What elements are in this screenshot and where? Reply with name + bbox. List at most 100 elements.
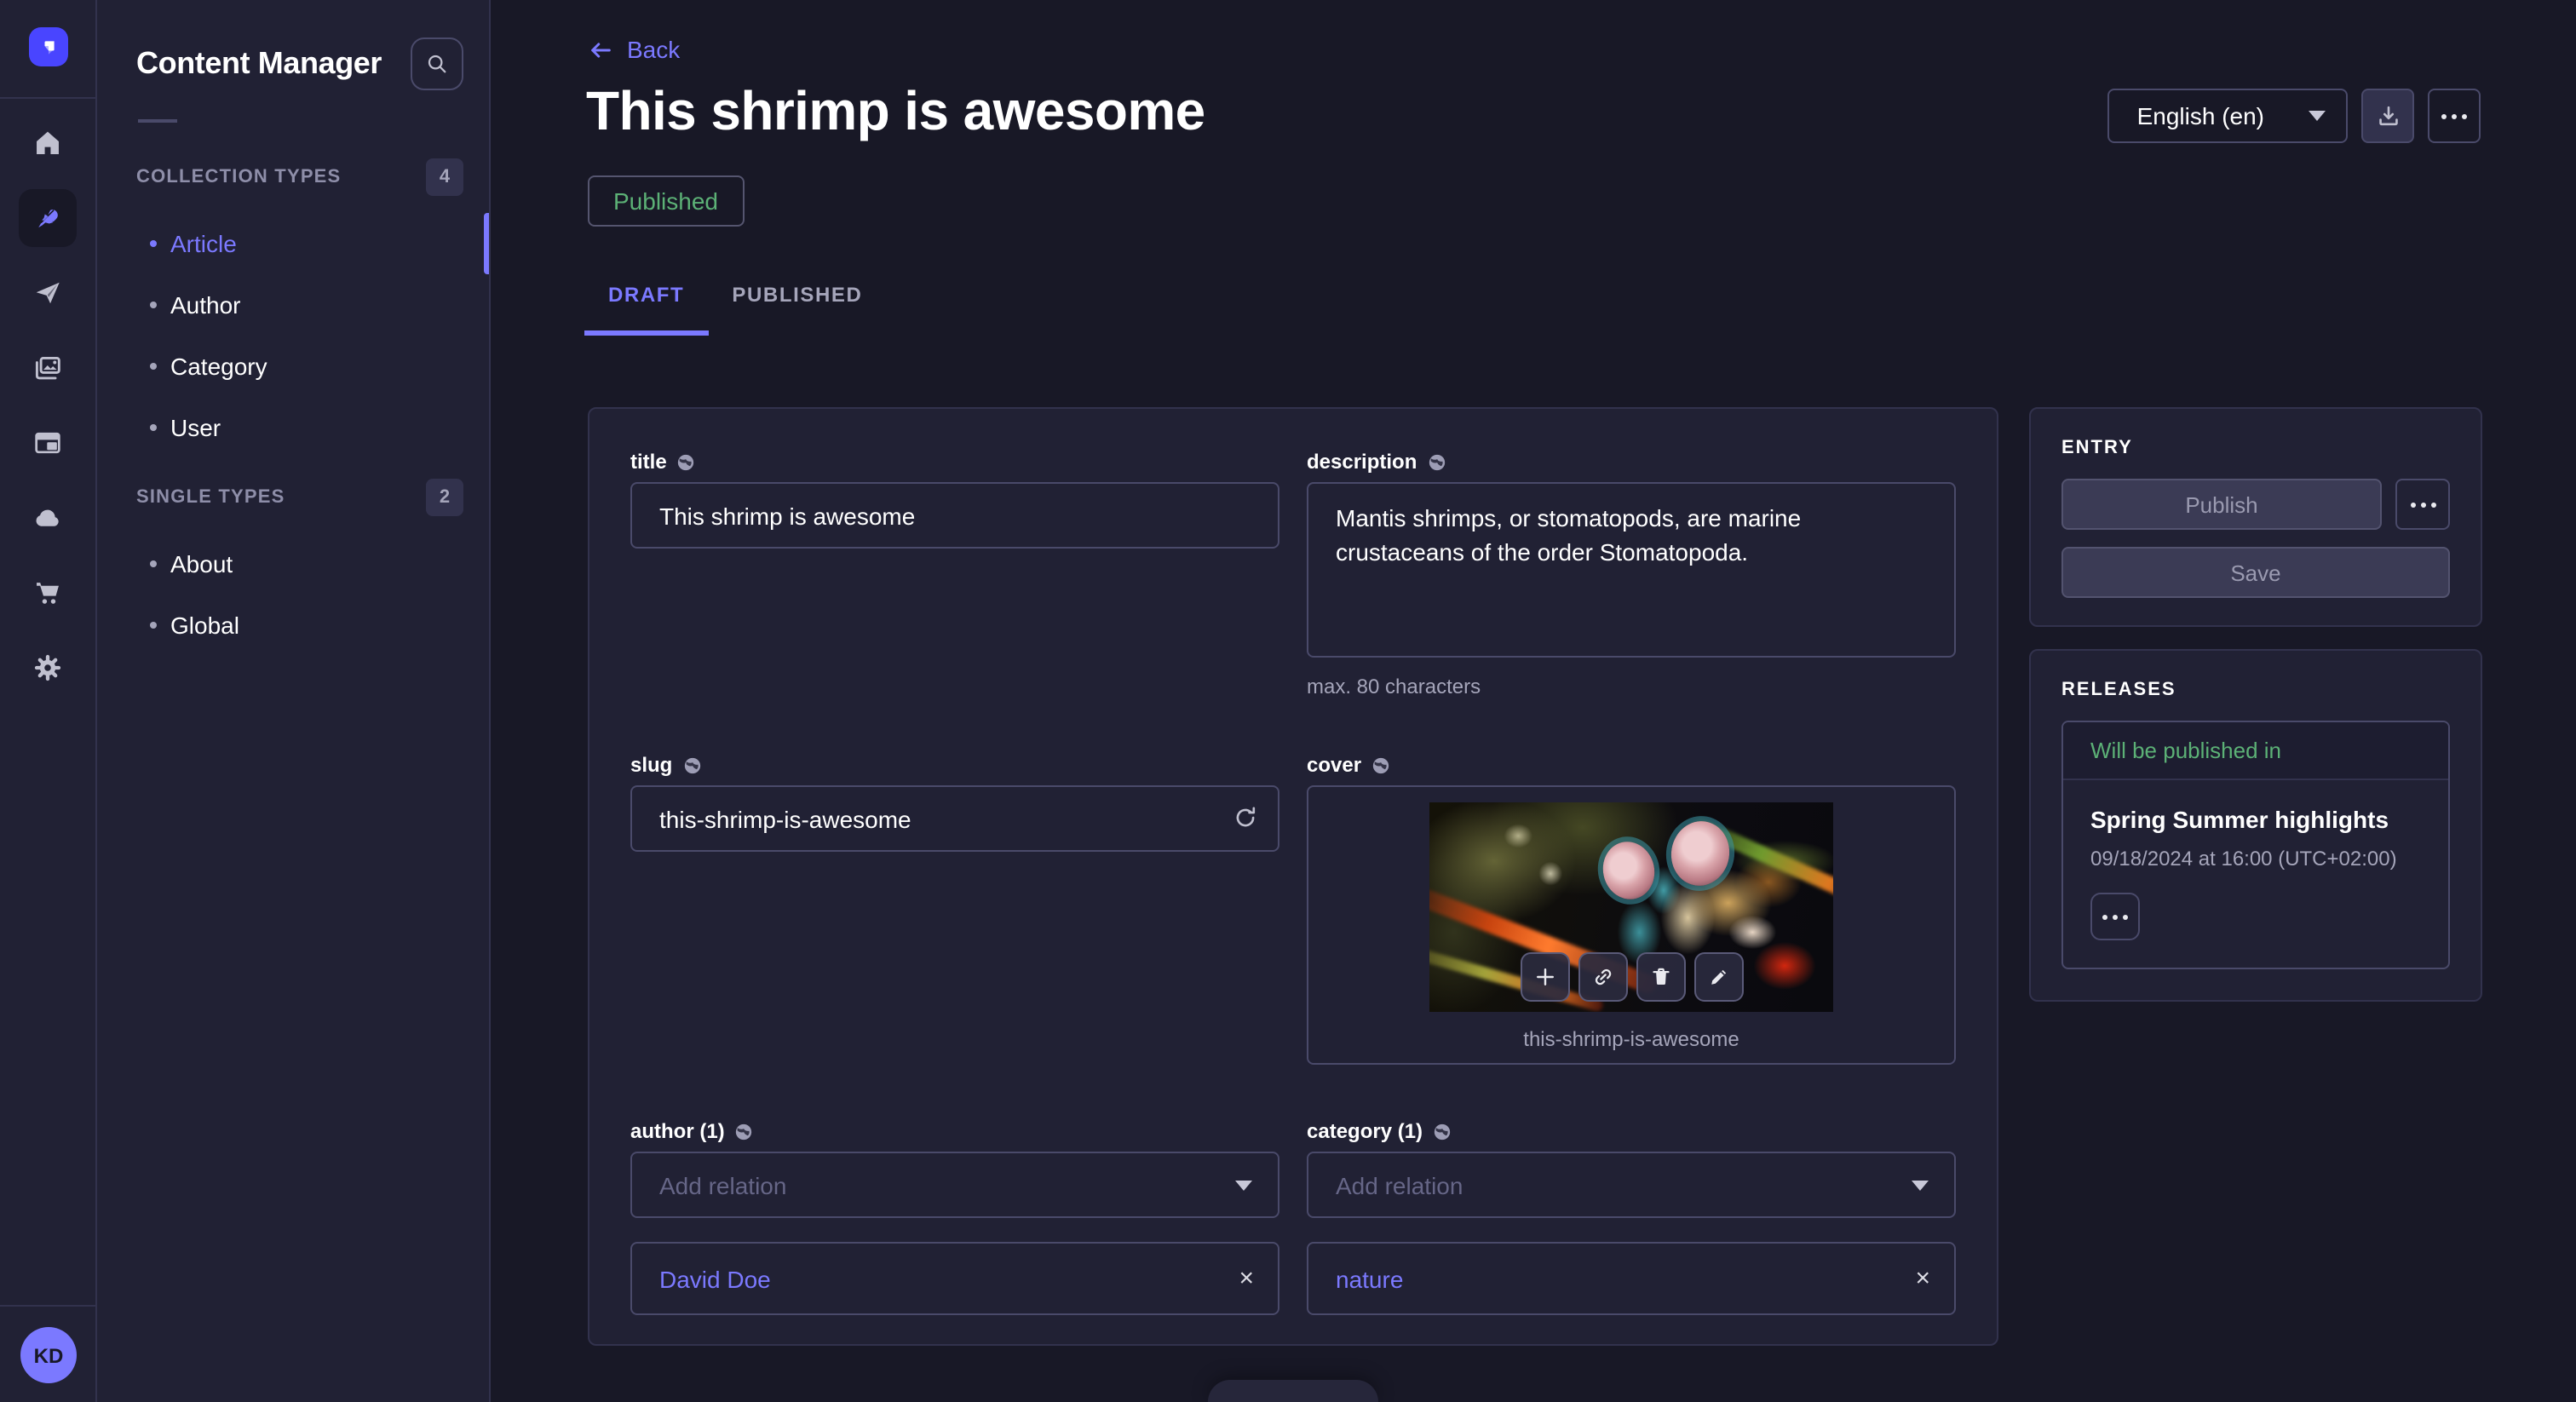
- ellipsis-icon: [2410, 502, 2435, 507]
- entry-form-card: title description: [588, 407, 1998, 1346]
- nav-home-button[interactable]: [19, 114, 77, 172]
- copy-link-button[interactable]: [1578, 952, 1627, 1002]
- releases-panel-title: RELEASES: [2061, 680, 2450, 700]
- regenerate-slug-button[interactable]: [1233, 806, 1257, 830]
- description-textarea[interactable]: Mantis shrimps, or stomatopods, are mari…: [1307, 482, 1956, 658]
- release-date: 09/18/2024 at 16:00 (UTC+02:00): [2090, 847, 2421, 871]
- chevron-down-icon: [2309, 111, 2326, 121]
- paper-plane-icon: [32, 278, 63, 308]
- locale-value: English (en): [2137, 102, 2264, 129]
- author-relation-combobox[interactable]: Add relation: [630, 1152, 1279, 1218]
- pencil-icon: [1707, 966, 1729, 988]
- section-label-single-types: SINGLE TYPES: [136, 487, 285, 508]
- strapi-logo[interactable]: [29, 27, 68, 66]
- category-relation-combobox[interactable]: Add relation: [1307, 1152, 1956, 1218]
- add-asset-button[interactable]: [1520, 952, 1569, 1002]
- sidebar-item-category[interactable]: Category: [97, 336, 489, 397]
- delete-asset-button[interactable]: [1636, 952, 1685, 1002]
- release-name: Spring Summer highlights: [2090, 806, 2421, 833]
- bullet-icon: [150, 424, 157, 431]
- title-field: title: [630, 450, 1279, 698]
- entry-more-button[interactable]: [2395, 479, 2450, 530]
- nav-content-manager-button[interactable]: [19, 189, 77, 247]
- search-icon: [424, 51, 450, 77]
- edit-asset-button[interactable]: [1693, 952, 1743, 1002]
- active-item-indicator: [484, 213, 489, 274]
- save-button[interactable]: Save: [2061, 547, 2450, 598]
- search-button[interactable]: [411, 37, 463, 90]
- back-label: Back: [627, 36, 680, 63]
- releases-panel: RELEASES Will be published in Spring Sum…: [2029, 649, 2482, 1002]
- cover-filename: this-shrimp-is-awesome: [1523, 1027, 1739, 1051]
- sidebar-item-label: About: [170, 550, 233, 577]
- release-more-button[interactable]: [2090, 893, 2140, 940]
- pictures-icon: [32, 353, 63, 383]
- sidebar-item-article[interactable]: Article: [97, 213, 489, 274]
- sidebar-item-author[interactable]: Author: [97, 274, 489, 336]
- author-field-label: author (1): [630, 1119, 725, 1143]
- relation-link[interactable]: nature: [1336, 1265, 1403, 1292]
- bottom-floating-pill[interactable]: [1208, 1380, 1378, 1402]
- trash-icon: [1649, 966, 1671, 988]
- slug-field: slug: [630, 753, 1279, 1065]
- sidebar-title: Content Manager: [136, 46, 382, 82]
- globe-icon: [1427, 452, 1446, 471]
- cover-image[interactable]: [1429, 802, 1833, 1012]
- divider: [0, 1305, 95, 1307]
- publish-button[interactable]: Publish: [2061, 479, 2382, 530]
- plus-icon: [1533, 966, 1555, 988]
- relation-link[interactable]: David Doe: [659, 1265, 771, 1292]
- cart-icon: [32, 577, 63, 608]
- divider: [0, 97, 95, 99]
- user-avatar[interactable]: KD: [20, 1327, 77, 1383]
- slug-input[interactable]: [630, 785, 1279, 852]
- entry-panel-title: ENTRY: [2061, 438, 2450, 458]
- slug-field-label: slug: [630, 753, 672, 777]
- nav-content-type-builder-button[interactable]: [19, 414, 77, 472]
- nav-deploy-button[interactable]: [19, 264, 77, 322]
- feather-icon: [32, 203, 63, 233]
- sidebar-item-label: Author: [170, 291, 241, 319]
- release-card: Will be published in Spring Summer highl…: [2061, 721, 2450, 969]
- main-nav-rail: KD: [0, 0, 97, 1402]
- ellipsis-icon: [2441, 113, 2467, 118]
- bullet-icon: [150, 363, 157, 370]
- description-hint: max. 80 characters: [1307, 675, 1956, 698]
- cover-actions-toolbar: [1520, 952, 1743, 1002]
- cloud-icon: [32, 503, 63, 533]
- home-icon: [32, 128, 63, 158]
- title-input[interactable]: [630, 482, 1279, 549]
- divider: [138, 119, 177, 123]
- remove-relation-button[interactable]: ×: [1915, 1266, 1930, 1291]
- author-field: author (1) Add relation David Doe ×: [630, 1119, 1279, 1315]
- page-title: This shrimp is awesome: [586, 80, 1205, 143]
- entry-panel: ENTRY Publish Save: [2029, 407, 2482, 627]
- nav-cloud-button[interactable]: [19, 489, 77, 547]
- sidebar-item-label: Category: [170, 353, 267, 380]
- locale-select[interactable]: English (en): [2108, 89, 2348, 143]
- tab-draft[interactable]: DRAFT: [584, 273, 708, 336]
- sidebar-item-user[interactable]: User: [97, 397, 489, 458]
- nav-settings-button[interactable]: [19, 639, 77, 697]
- single-types-count-badge: 2: [426, 479, 463, 516]
- author-relation-item: David Doe ×: [630, 1242, 1279, 1315]
- sidebar-item-global[interactable]: Global: [97, 595, 489, 656]
- sidebar-item-label: Global: [170, 612, 239, 639]
- category-field: category (1) Add relation nature ×: [1307, 1119, 1956, 1315]
- tab-published[interactable]: PUBLISHED: [708, 273, 886, 336]
- category-relation-item: nature ×: [1307, 1242, 1956, 1315]
- nav-marketplace-button[interactable]: [19, 564, 77, 622]
- chevron-down-icon: [1912, 1180, 1929, 1190]
- back-link[interactable]: Back: [588, 36, 680, 63]
- bullet-icon: [150, 240, 157, 247]
- description-field-label: description: [1307, 450, 1417, 474]
- remove-relation-button[interactable]: ×: [1239, 1266, 1254, 1291]
- strapi-admin-window: KD Content Manager COLLECTION TYPES 4 Ar…: [0, 0, 2576, 1402]
- section-label-collection-types: COLLECTION TYPES: [136, 167, 341, 187]
- sidebar-item-about[interactable]: About: [97, 533, 489, 595]
- release-status: Will be published in: [2063, 722, 2448, 780]
- nav-media-library-button[interactable]: [19, 339, 77, 397]
- avatar-initials: KD: [34, 1343, 64, 1367]
- export-button[interactable]: [2361, 89, 2414, 143]
- more-actions-button[interactable]: [2428, 89, 2481, 143]
